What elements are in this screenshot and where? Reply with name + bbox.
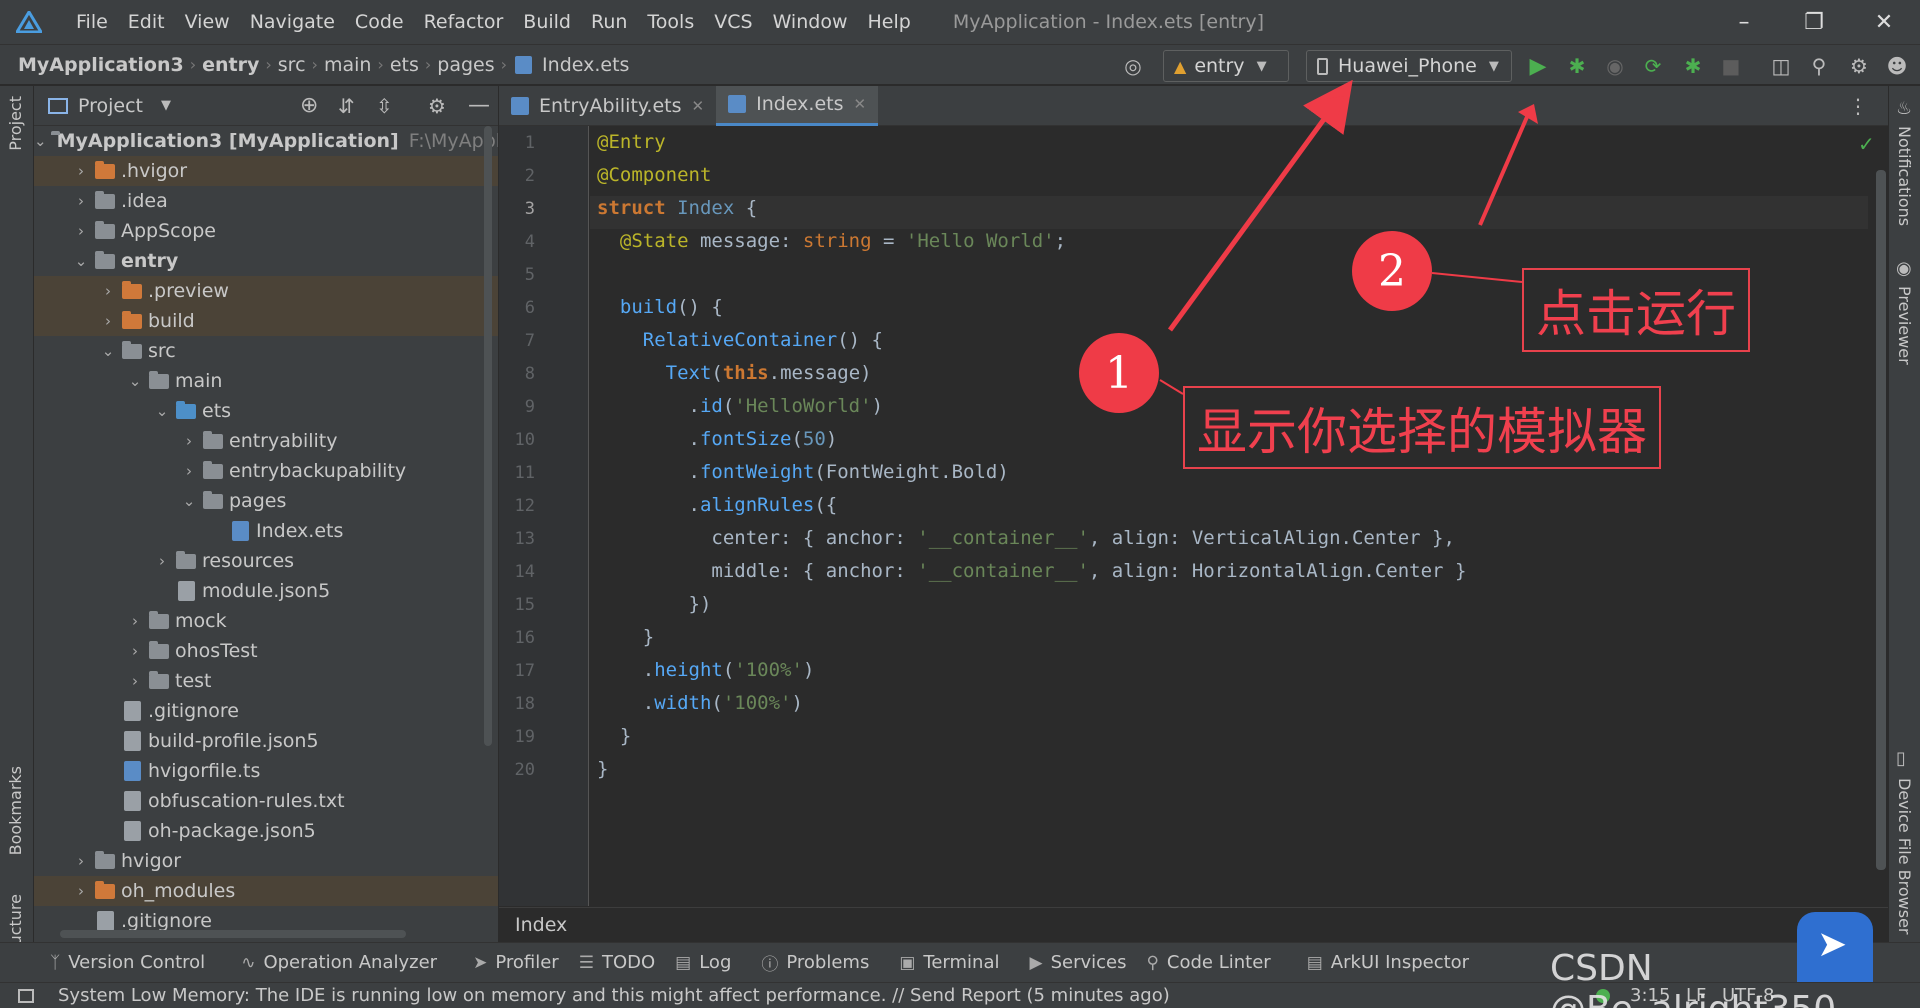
connector-1: [1159, 379, 1184, 395]
callout-selected-emulator: 显示你选择的模拟器: [1183, 386, 1661, 469]
annotation-arrows: [1159, 79, 1538, 395]
arrow-to-run-button: [1478, 109, 1532, 226]
connector-2: [1431, 272, 1523, 283]
callout-click-run: 点击运行: [1522, 268, 1750, 352]
arrow-to-device-select: [1167, 79, 1353, 332]
badge-2: 2: [1352, 231, 1432, 311]
watermark: CSDN @Be_alright350: [1550, 948, 1836, 1008]
badge-1: 1: [1079, 333, 1159, 413]
